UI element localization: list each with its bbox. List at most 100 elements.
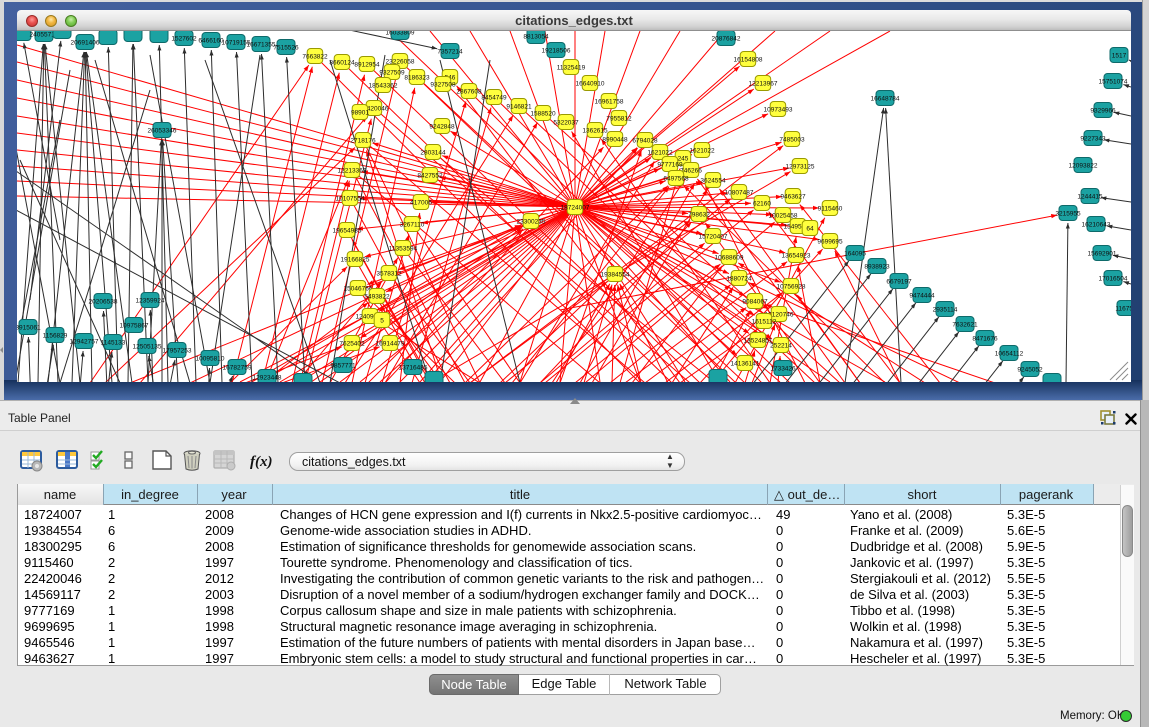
- svg-text:9327508: 9327508: [430, 81, 456, 88]
- svg-text:14136141: 14136141: [731, 360, 760, 367]
- svg-text:1880724: 1880724: [726, 275, 752, 282]
- svg-text:5493822: 5493822: [364, 293, 390, 300]
- svg-text:8912954: 8912954: [354, 61, 380, 68]
- svg-text:164095: 164095: [844, 250, 866, 257]
- svg-text:f​(x): f​(x): [250, 454, 273, 470]
- svg-text:18543362: 18543362: [369, 82, 398, 89]
- svg-text:23300235: 23300235: [517, 218, 546, 225]
- svg-text:9146821: 9146821: [506, 103, 532, 110]
- svg-text:16210643: 16210643: [1082, 221, 1111, 228]
- svg-text:6679197: 6679197: [886, 278, 912, 285]
- svg-text:6497568: 6497568: [663, 175, 689, 182]
- svg-text:6794028: 6794028: [632, 137, 658, 144]
- svg-text:1621022: 1621022: [647, 149, 673, 156]
- svg-text:1517: 1517: [1112, 52, 1127, 59]
- svg-text:9227343: 9227343: [1080, 135, 1106, 142]
- svg-text:8471676: 8471676: [972, 335, 998, 342]
- svg-text:9115460: 9115460: [818, 205, 843, 212]
- svg-text:10688609: 10688609: [715, 254, 744, 261]
- svg-text:7663822: 7663822: [302, 53, 328, 60]
- svg-text:1244415: 1244415: [1077, 193, 1103, 200]
- svg-text:8990448: 8990448: [602, 136, 628, 143]
- svg-text:1733426: 1733426: [770, 365, 796, 372]
- svg-text:10654112: 10654112: [995, 350, 1024, 357]
- svg-text:12923448: 12923448: [253, 374, 282, 381]
- svg-text:9699695: 9699695: [817, 238, 843, 245]
- svg-text:1527602: 1527602: [171, 35, 197, 42]
- svg-text:3624554: 3624554: [700, 177, 726, 184]
- svg-text:16961758: 16961758: [595, 98, 624, 105]
- svg-text:1145133: 1145133: [101, 339, 126, 346]
- svg-text:6466160: 6466160: [198, 37, 224, 44]
- svg-text:62160: 62160: [753, 200, 771, 207]
- svg-text:10975867: 10975867: [120, 322, 149, 329]
- svg-text:15751074: 15751074: [1099, 78, 1128, 85]
- svg-text:8813054: 8813054: [523, 33, 549, 40]
- svg-text:12973125: 12973125: [786, 163, 815, 170]
- svg-text:12359924: 12359924: [136, 297, 165, 304]
- svg-text:2803144: 2803144: [420, 149, 446, 156]
- svg-text:1615112: 1615112: [752, 318, 777, 325]
- svg-text:13716485: 13716485: [399, 364, 428, 371]
- svg-text:3915061: 3915061: [17, 324, 41, 331]
- svg-text:7625402: 7625402: [339, 340, 365, 347]
- svg-text:12213967: 12213967: [749, 80, 778, 87]
- svg-text:417006: 417006: [410, 199, 432, 206]
- svg-text:13654923: 13654923: [782, 252, 811, 259]
- svg-text:116753: 116753: [1115, 305, 1131, 312]
- svg-text:1621022: 1621022: [689, 147, 715, 154]
- svg-text:16671355: 16671355: [247, 41, 276, 48]
- svg-text:3215955: 3215955: [1055, 210, 1081, 217]
- svg-text:5: 5: [380, 317, 384, 324]
- svg-text:2935114: 2935114: [933, 306, 958, 313]
- svg-text:18724007: 18724007: [561, 204, 590, 211]
- svg-text:20876842: 20876842: [712, 35, 741, 42]
- svg-text:2867608: 2867608: [456, 88, 482, 95]
- svg-text:8186323: 8186323: [404, 74, 430, 81]
- svg-text:10095810: 10095810: [196, 355, 225, 362]
- svg-text:16640910: 16640910: [576, 80, 605, 87]
- svg-text:1588520: 1588520: [530, 110, 556, 117]
- svg-text:2718176: 2718176: [350, 137, 376, 144]
- svg-text:20206538: 20206538: [89, 298, 118, 305]
- svg-text:12942757: 12942757: [70, 338, 99, 345]
- svg-text:16782759: 16782759: [223, 364, 252, 371]
- svg-text:9857771: 9857771: [330, 362, 356, 369]
- svg-text:5322037: 5322037: [553, 119, 579, 126]
- svg-text:8454749: 8454749: [481, 94, 507, 101]
- svg-text:8660124: 8660124: [329, 59, 355, 66]
- svg-text:3578312: 3578312: [376, 270, 402, 277]
- svg-text:9327509: 9327509: [379, 69, 405, 76]
- svg-text:7357214: 7357214: [437, 48, 463, 55]
- svg-text:9242848: 9242848: [429, 123, 455, 130]
- svg-text:11325419: 11325419: [557, 64, 586, 71]
- svg-text:16914479: 16914479: [376, 340, 405, 347]
- svg-text:9245052: 9245052: [1017, 366, 1043, 373]
- svg-text:9084067: 9084067: [742, 298, 768, 305]
- svg-text:26053346: 26053346: [148, 127, 177, 134]
- svg-text:8938923: 8938923: [864, 263, 890, 270]
- svg-text:16033809: 16033809: [386, 31, 415, 36]
- svg-text:12505135: 12505135: [133, 343, 162, 350]
- svg-text:7632621: 7632621: [952, 321, 978, 328]
- svg-text:19654985: 19654985: [333, 227, 362, 234]
- svg-text:9329966: 9329966: [1090, 107, 1116, 114]
- svg-text:10807487: 10807487: [725, 189, 754, 196]
- svg-text:15692901: 15692901: [1088, 250, 1117, 257]
- svg-text:7955812: 7955812: [606, 115, 632, 122]
- svg-text:9474444: 9474444: [909, 292, 935, 299]
- svg-text:64: 64: [806, 225, 814, 232]
- svg-text:98901: 98901: [351, 109, 369, 116]
- svg-text:1362615: 1362615: [582, 127, 608, 134]
- svg-text:16648784: 16648784: [871, 95, 900, 102]
- svg-text:10756928: 10756928: [777, 283, 806, 290]
- svg-text:17016504: 17016504: [1099, 275, 1128, 282]
- svg-text:19218506: 19218506: [542, 47, 571, 54]
- svg-text:16154808: 16154808: [734, 56, 763, 63]
- svg-text:12213369: 12213369: [338, 167, 367, 174]
- svg-text:12093822: 12093822: [1069, 162, 1098, 169]
- svg-text:10107554: 10107554: [336, 195, 365, 202]
- svg-text:9463627: 9463627: [780, 193, 806, 200]
- svg-text:3267110: 3267110: [400, 221, 425, 228]
- svg-text:19166825: 19166825: [341, 256, 370, 263]
